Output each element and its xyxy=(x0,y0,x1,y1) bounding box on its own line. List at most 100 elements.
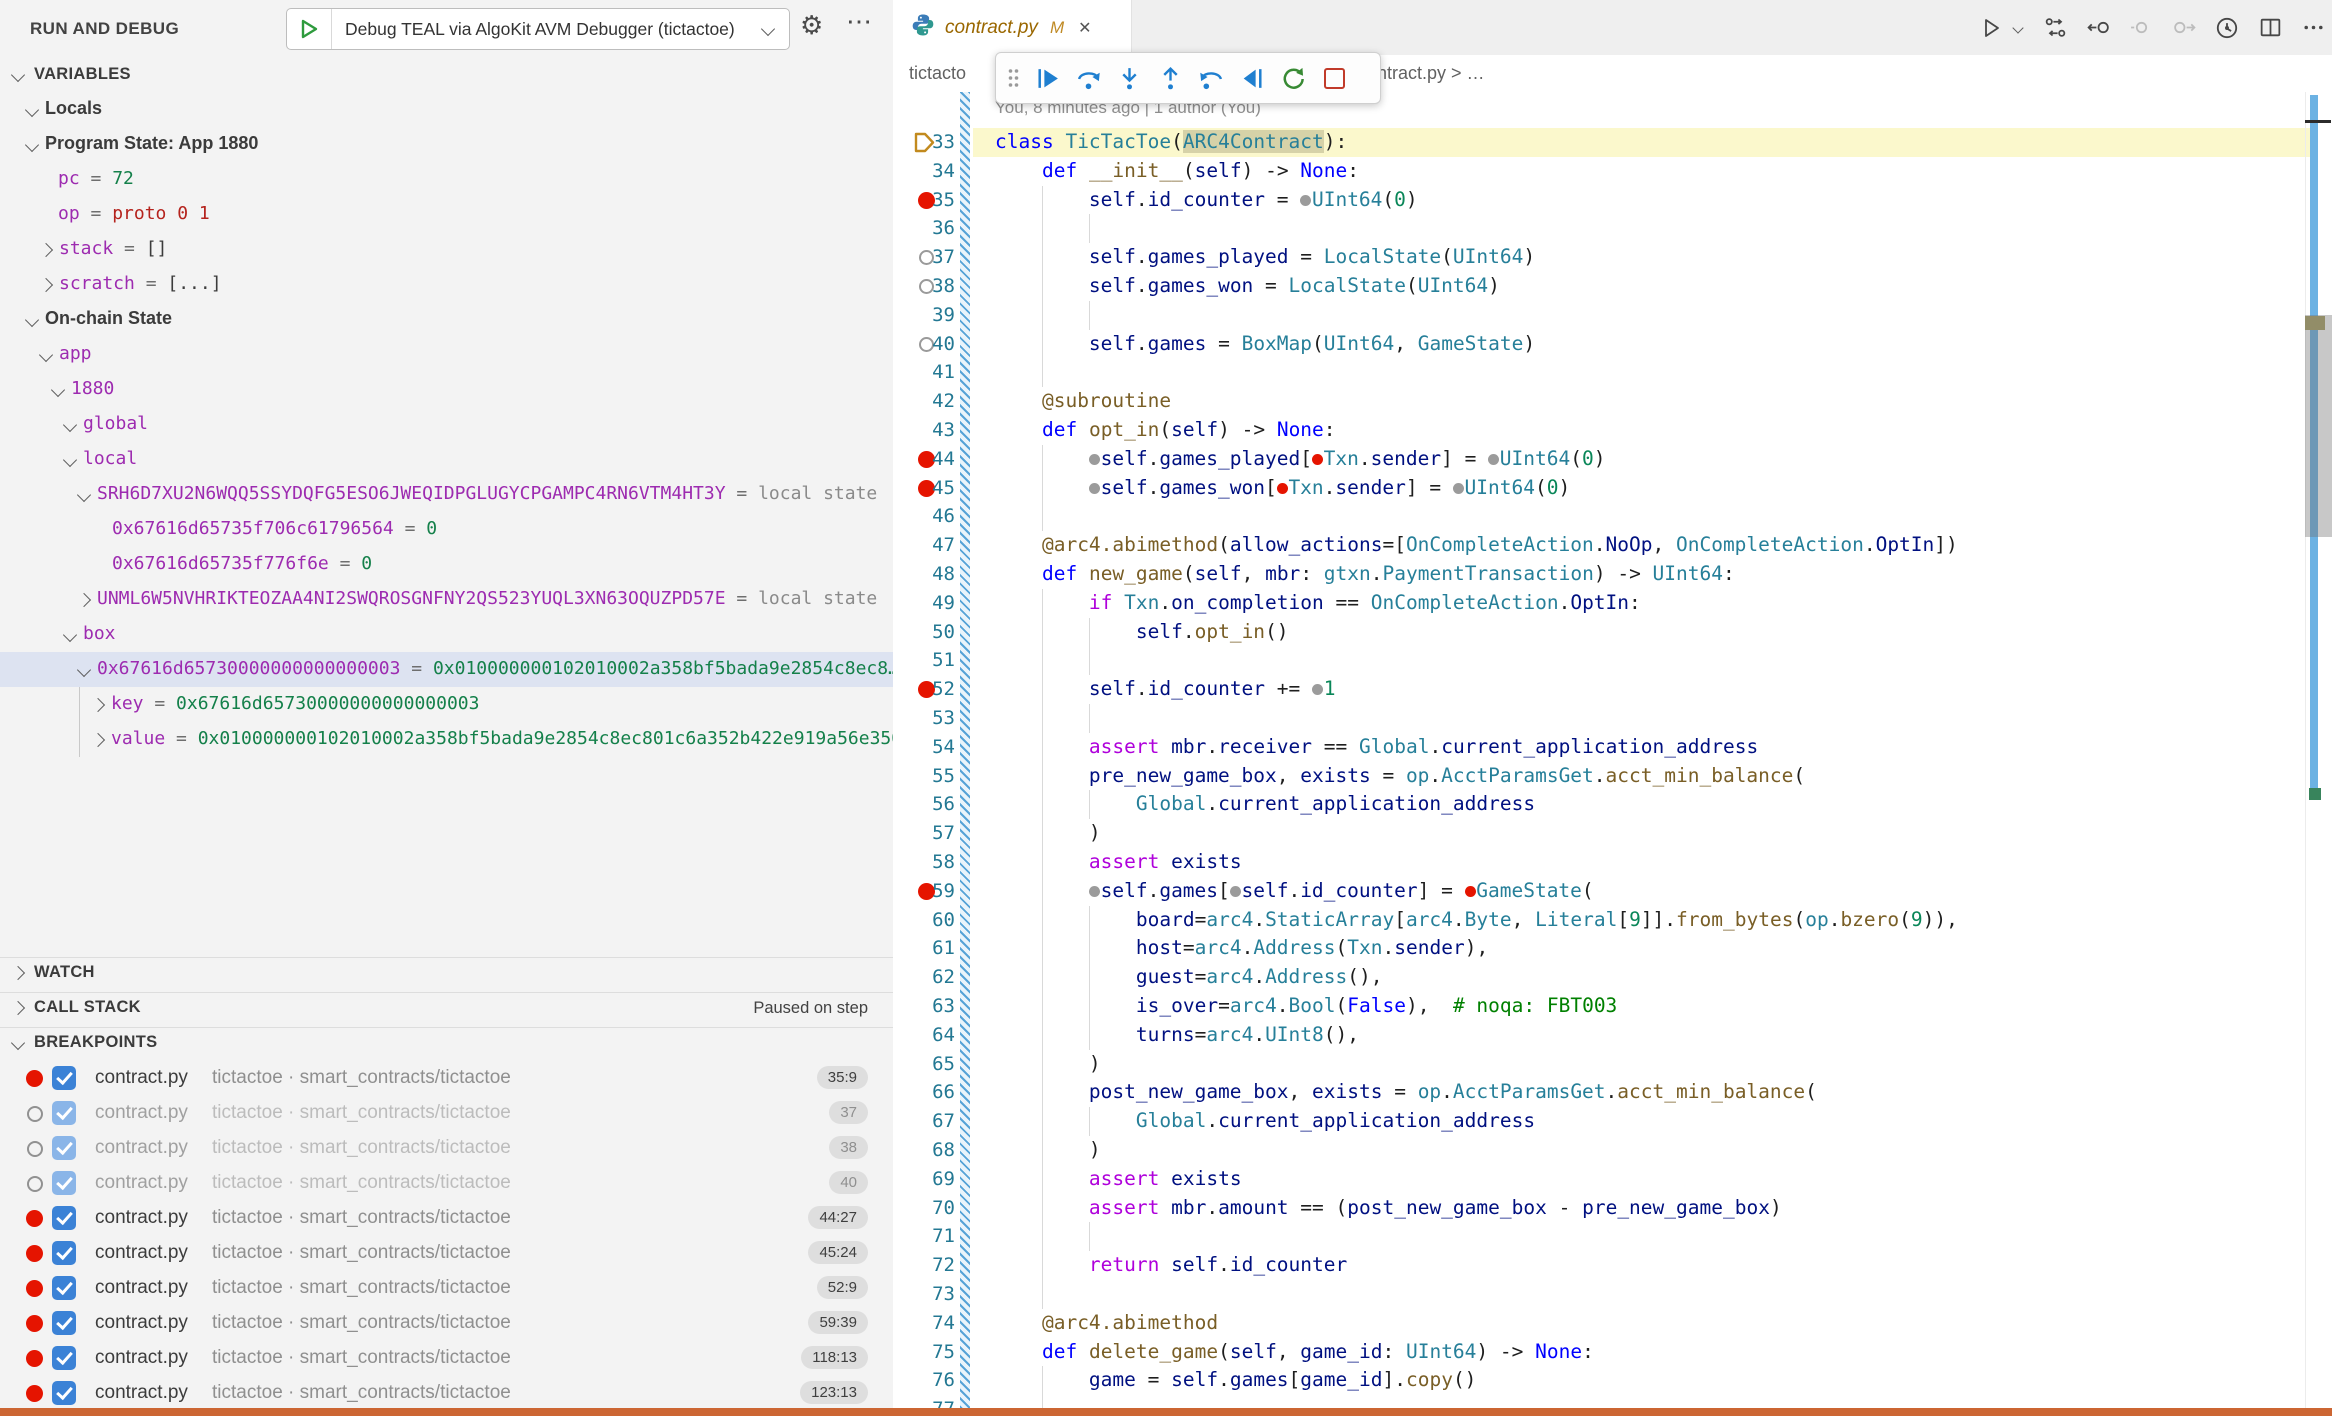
close-icon[interactable]: ✕ xyxy=(1078,18,1091,38)
breakpoint-row[interactable]: contract.pytictactoe · smart_contracts/t… xyxy=(0,1376,893,1411)
line-number: 50 xyxy=(893,621,955,643)
breadcrumb-right[interactable]: ontract.py > … xyxy=(1367,63,1485,84)
tree-variable-row[interactable]: 0x67616d65735f776f6e = 0 xyxy=(0,547,893,582)
chevron-down-icon[interactable] xyxy=(63,453,77,467)
tree-variable-row[interactable]: app xyxy=(0,337,893,372)
breakpoint-row[interactable]: contract.pytictactoe · smart_contracts/t… xyxy=(0,1201,893,1236)
tree-group-row[interactable]: On-chain State xyxy=(0,302,893,337)
breakpoint-checkbox[interactable] xyxy=(52,1171,76,1195)
run-icon[interactable] xyxy=(1978,15,2004,41)
inline-breakpoint-candidate-icon[interactable] xyxy=(1300,192,1312,206)
start-debug-icon[interactable] xyxy=(287,9,332,49)
restart-icon[interactable] xyxy=(1277,62,1309,94)
chevron-down-icon[interactable] xyxy=(77,663,91,677)
breakpoint-row[interactable]: contract.pytictactoe · smart_contracts/t… xyxy=(0,1131,893,1166)
section-watch[interactable]: WATCH xyxy=(0,958,893,989)
breakpoint-row[interactable]: contract.pytictactoe · smart_contracts/t… xyxy=(0,1341,893,1376)
tree-group-row[interactable]: Locals xyxy=(0,92,893,127)
chevron-down-icon[interactable] xyxy=(25,138,39,152)
inline-breakpoint-icon[interactable] xyxy=(1277,480,1289,494)
breakpoint-row[interactable]: contract.pytictactoe · smart_contracts/t… xyxy=(0,1306,893,1341)
inline-breakpoint-icon[interactable] xyxy=(1312,451,1324,465)
chevron-right-icon[interactable] xyxy=(77,593,91,607)
section-variables[interactable]: VARIABLES xyxy=(0,60,893,91)
tree-variable-row[interactable]: box xyxy=(0,617,893,652)
more-icon[interactable]: ⋯ xyxy=(846,8,872,34)
inline-breakpoint-candidate-icon[interactable] xyxy=(1089,451,1101,465)
chevron-down-icon[interactable] xyxy=(39,348,53,362)
inline-breakpoint-icon[interactable] xyxy=(1465,883,1477,897)
chevron-right-icon[interactable] xyxy=(91,698,105,712)
code-text: def delete_game(self, game_id: UInt64) -… xyxy=(995,1340,1594,1363)
tree-variable-row[interactable]: key = 0x67616d65730000000000000003 xyxy=(0,687,893,722)
breakpoint-checkbox[interactable] xyxy=(52,1066,76,1090)
debug-config-dropdown[interactable]: Debug TEAL via AlgoKit AVM Debugger (tic… xyxy=(286,8,790,50)
breakpoint-row[interactable]: contract.pytictactoe · smart_contracts/t… xyxy=(0,1166,893,1201)
continue-icon[interactable] xyxy=(1031,62,1063,94)
breakpoint-row[interactable]: contract.pytictactoe · smart_contracts/t… xyxy=(0,1061,893,1096)
breakpoint-row[interactable]: contract.pytictactoe · smart_contracts/t… xyxy=(0,1271,893,1306)
breakpoint-checkbox[interactable] xyxy=(52,1276,76,1300)
chevron-right-icon[interactable] xyxy=(39,243,53,257)
previous-change-icon[interactable] xyxy=(2085,15,2111,41)
section-call-stack[interactable]: CALL STACK Paused on step xyxy=(0,993,893,1024)
step-out-icon[interactable] xyxy=(1154,62,1186,94)
compare-changes-icon[interactable] xyxy=(2042,15,2068,41)
tree-variable-row[interactable]: SRH6D7XU2N6WQQ5SSYDQFG5ESO6JWEQIDPGLUGYC… xyxy=(0,477,893,512)
timeline-icon[interactable] xyxy=(2214,15,2240,41)
step-over-icon[interactable] xyxy=(1072,62,1104,94)
inline-breakpoint-candidate-icon[interactable] xyxy=(1453,480,1465,494)
section-breakpoints[interactable]: BREAKPOINTS xyxy=(0,1028,893,1059)
line-number: 33 xyxy=(893,131,955,153)
tree-variable-row[interactable]: pc = 72 xyxy=(0,162,893,197)
chevron-down-icon[interactable] xyxy=(25,103,39,117)
gear-icon[interactable]: ⚙ xyxy=(800,12,823,38)
chevron-right-icon[interactable] xyxy=(91,733,105,747)
chevron-down-icon[interactable] xyxy=(51,383,65,397)
chevron-down-icon[interactable] xyxy=(77,488,91,502)
tree-variable-row[interactable]: local xyxy=(0,442,893,477)
tree-variable-row[interactable]: 1880 xyxy=(0,372,893,407)
scrollbar-thumb[interactable] xyxy=(2305,315,2332,537)
chevron-right-icon[interactable] xyxy=(39,278,53,292)
split-editor-icon[interactable] xyxy=(2257,15,2283,41)
tree-variable-row[interactable]: scratch = [...] xyxy=(0,267,893,302)
drag-grip-icon[interactable] xyxy=(1004,62,1022,94)
chevron-down-icon[interactable] xyxy=(63,418,77,432)
stop-icon[interactable] xyxy=(1318,62,1350,94)
inline-breakpoint-candidate-icon[interactable] xyxy=(1230,883,1242,897)
inline-breakpoint-candidate-icon[interactable] xyxy=(1488,451,1500,465)
breakpoint-checkbox[interactable] xyxy=(52,1206,76,1230)
tree-variable-row[interactable]: 0x67616d65730000000000000003 = 0x0100000… xyxy=(0,652,893,687)
change-disabled-icon[interactable] xyxy=(2128,15,2154,41)
breakpoint-row[interactable]: contract.pytictactoe · smart_contracts/t… xyxy=(0,1236,893,1271)
tree-variable-row[interactable]: global xyxy=(0,407,893,442)
tab-contract-py[interactable]: contract.py M ✕ xyxy=(893,0,1132,55)
code-editor[interactable]: You, 8 minutes ago | 1 author (You) 33cl… xyxy=(893,92,2332,1408)
breakpoint-row[interactable]: contract.pytictactoe · smart_contracts/t… xyxy=(0,1096,893,1131)
breakpoint-checkbox[interactable] xyxy=(52,1136,76,1160)
tree-variable-row[interactable]: value = 0x010000000102010002a358bf5bada9… xyxy=(0,722,893,757)
breadcrumb-left[interactable]: tictacto xyxy=(909,63,966,84)
breakpoint-checkbox[interactable] xyxy=(52,1381,76,1405)
breakpoint-checkbox[interactable] xyxy=(52,1311,76,1335)
reverse-continue-icon[interactable] xyxy=(1236,62,1268,94)
tree-variable-row[interactable]: stack = [] xyxy=(0,232,893,267)
tree-variable-row[interactable]: 0x67616d65735f706c61796564 = 0 xyxy=(0,512,893,547)
tree-variable-row[interactable]: UNML6W5NVHRIKTEOZAA4NI2SWQROSGNFNY2QS523… xyxy=(0,582,893,617)
step-back-icon[interactable] xyxy=(1195,62,1227,94)
inline-breakpoint-candidate-icon[interactable] xyxy=(1089,883,1101,897)
inline-breakpoint-candidate-icon[interactable] xyxy=(1089,480,1101,494)
inline-breakpoint-candidate-icon[interactable] xyxy=(1312,681,1324,695)
tree-variable-row[interactable]: op = proto 0 1 xyxy=(0,197,893,232)
chevron-down-icon[interactable] xyxy=(63,628,77,642)
breakpoint-checkbox[interactable] xyxy=(52,1101,76,1125)
more-actions-icon[interactable] xyxy=(2300,15,2326,41)
step-into-icon[interactable] xyxy=(1113,62,1145,94)
chevron-down-icon[interactable] xyxy=(25,313,39,327)
breakpoint-checkbox[interactable] xyxy=(52,1241,76,1265)
run-dropdown-icon[interactable] xyxy=(2011,15,2025,41)
breakpoint-checkbox[interactable] xyxy=(52,1346,76,1370)
next-change-disabled-icon[interactable] xyxy=(2171,15,2197,41)
tree-group-row[interactable]: Program State: App 1880 xyxy=(0,127,893,162)
